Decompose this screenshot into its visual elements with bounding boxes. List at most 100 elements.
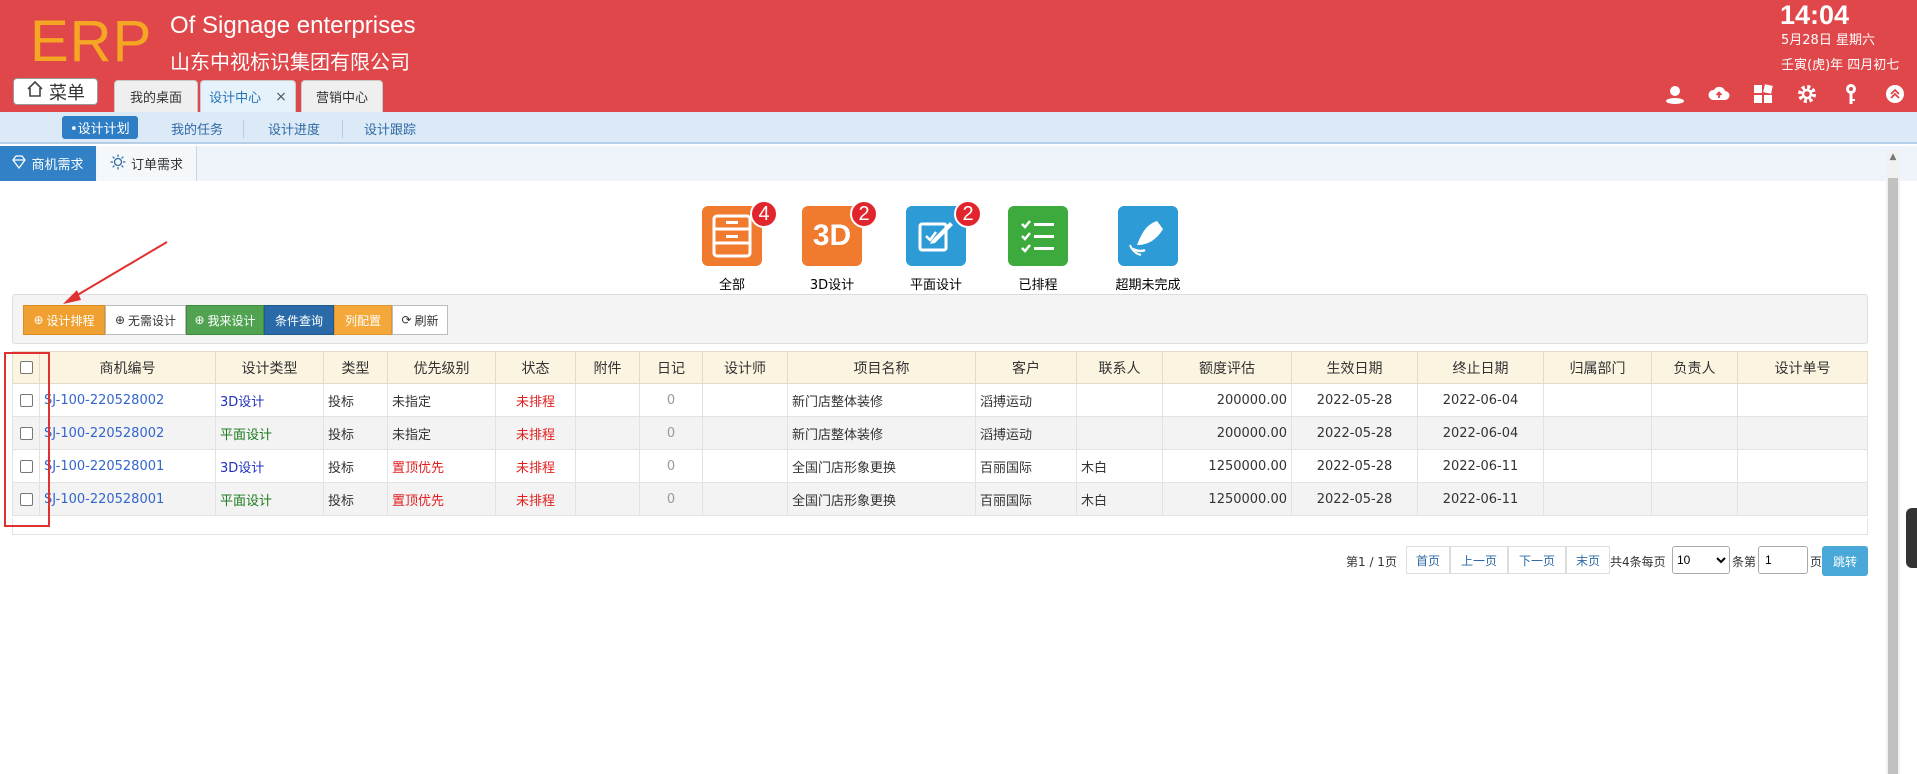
- checklist-icon: [1008, 206, 1068, 266]
- gear-icon[interactable]: [1795, 82, 1819, 106]
- condition-query-button[interactable]: 条件查询: [264, 305, 334, 335]
- dept-cell: [1543, 383, 1652, 417]
- total-count-text: 共4条每页: [1610, 555, 1666, 569]
- opportunity-code-link[interactable]: SJ-100-220528001: [39, 449, 216, 483]
- tab-design-center[interactable]: 设计中心 ×: [200, 80, 296, 112]
- button-label: 设计排程: [46, 313, 95, 328]
- count-badge: 2: [850, 200, 878, 228]
- key-icon[interactable]: [1839, 82, 1863, 106]
- vertical-scrollbar[interactable]: ▲: [1886, 150, 1900, 774]
- contact-cell: [1076, 416, 1163, 450]
- bell-icon: [1118, 206, 1178, 266]
- filter-scheduled[interactable]: 已排程: [988, 206, 1088, 293]
- tab-marketing-center[interactable]: 营销中心: [301, 80, 383, 112]
- tab-order-demand[interactable]: 订单需求: [97, 146, 197, 181]
- plus-circle-icon: ⊕: [194, 313, 205, 327]
- col-header[interactable]: 终止日期: [1417, 351, 1544, 384]
- refresh-button[interactable]: ⟳ 刷新: [392, 305, 448, 335]
- first-page-button[interactable]: 首页: [1406, 546, 1450, 574]
- pagination: 第1 / 1页 首页 上一页 下一页 末页 共4条每页 10 条第 页 跳转: [1346, 546, 1870, 576]
- tab-my-desktop[interactable]: 我的桌面: [114, 80, 198, 112]
- company-name-cn: 山东中视标识集团有限公司: [170, 50, 410, 74]
- table-row[interactable]: SJ-100-220528001 3D设计 投标 置顶优先 未排程 0 全国门店…: [12, 449, 1868, 483]
- opportunity-code-link[interactable]: SJ-100-220528002: [39, 416, 216, 450]
- side-panel-handle[interactable]: [1906, 508, 1917, 568]
- col-header[interactable]: 联系人: [1076, 351, 1163, 384]
- filter-3d-design[interactable]: 3D 2 3D设计: [782, 200, 882, 293]
- col-header[interactable]: 附件: [575, 351, 640, 384]
- customer-cell: 滔搏运动: [975, 416, 1077, 450]
- design-schedule-button[interactable]: ⊕ 设计排程: [23, 305, 105, 335]
- priority-cell: 未指定: [387, 416, 496, 450]
- col-header[interactable]: 负责人: [1651, 351, 1738, 384]
- col-header[interactable]: 状态: [495, 351, 576, 384]
- opportunity-code-link[interactable]: SJ-100-220528002: [39, 383, 216, 417]
- last-page-button[interactable]: 末页: [1566, 546, 1610, 574]
- col-header[interactable]: 设计类型: [215, 351, 324, 384]
- tab-opportunity-demand[interactable]: 商机需求: [0, 146, 96, 181]
- subnav-my-tasks[interactable]: 我的任务: [167, 119, 227, 138]
- attachment-cell: [575, 449, 640, 483]
- amount-cell: 200000.00: [1162, 416, 1292, 450]
- next-page-button[interactable]: 下一页: [1508, 546, 1566, 574]
- sun-icon: [110, 154, 126, 174]
- col-header[interactable]: 日记: [639, 351, 703, 384]
- subnav-design-plan[interactable]: •设计计划: [62, 116, 138, 139]
- button-label: 我来设计: [207, 313, 256, 328]
- col-header[interactable]: 商机编号: [39, 351, 216, 384]
- menu-button[interactable]: 菜单: [13, 78, 98, 105]
- project-name-cell: 新门店整体装修: [787, 383, 976, 417]
- opportunity-code-link[interactable]: SJ-100-220528001: [39, 482, 216, 516]
- per-page-text: 条第: [1732, 555, 1757, 569]
- table-row[interactable]: SJ-100-220528001 平面设计 投标 置顶优先 未排程 0 全国门店…: [12, 482, 1868, 516]
- filter-flat-design[interactable]: 2 平面设计: [886, 200, 986, 293]
- scroll-thumb[interactable]: [1888, 178, 1898, 774]
- col-header[interactable]: 设计单号: [1737, 351, 1868, 384]
- prev-page-button[interactable]: 上一页: [1450, 546, 1508, 574]
- type-cell: 投标: [323, 416, 388, 450]
- button-label: 无需设计: [128, 313, 177, 328]
- subnav-design-progress[interactable]: 设计进度: [264, 119, 324, 138]
- collapse-icon[interactable]: [1883, 82, 1907, 106]
- divider: [243, 120, 244, 138]
- subnav-design-tracking[interactable]: 设计跟踪: [360, 119, 420, 138]
- status-cell: 未排程: [495, 482, 576, 516]
- page-number-input[interactable]: [1758, 546, 1808, 574]
- grid-icon[interactable]: [1751, 82, 1775, 106]
- my-design-button[interactable]: ⊕ 我来设计: [186, 305, 264, 335]
- user-icon[interactable]: [1663, 82, 1687, 106]
- top-header: ERP Of Signage enterprises 山东中视标识集团有限公司 …: [0, 0, 1917, 112]
- column-config-button[interactable]: 列配置: [334, 305, 392, 335]
- table-row[interactable]: SJ-100-220528002 3D设计 投标 未指定 未排程 0 新门店整体…: [12, 383, 1868, 417]
- cloud-upload-icon[interactable]: [1707, 82, 1731, 106]
- col-header[interactable]: 客户: [975, 351, 1077, 384]
- button-label: 列配置: [344, 313, 381, 328]
- table-row[interactable]: SJ-100-220528002 平面设计 投标 未指定 未排程 0 新门店整体…: [12, 416, 1868, 450]
- filter-all[interactable]: 4 全部: [682, 200, 782, 293]
- col-header[interactable]: 项目名称: [787, 351, 976, 384]
- start-date-cell: 2022-05-28: [1291, 482, 1418, 516]
- page-unit-text: 页: [1810, 555, 1823, 569]
- col-header[interactable]: 设计师: [702, 351, 788, 384]
- action-toolbar: ⊕ 设计排程 ⊕ 无需设计 ⊕ 我来设计 条件查询 列配置 ⟳ 刷新: [12, 294, 1868, 344]
- dept-cell: [1543, 482, 1652, 516]
- page-size-select[interactable]: 10: [1672, 546, 1730, 574]
- filter-overdue[interactable]: 超期未完成: [1098, 206, 1198, 293]
- logo: ERP: [30, 9, 153, 74]
- start-date-cell: 2022-05-28: [1291, 449, 1418, 483]
- col-header[interactable]: 优先级别: [387, 351, 496, 384]
- status-cell: 未排程: [495, 449, 576, 483]
- owner-cell: [1651, 383, 1738, 417]
- col-header[interactable]: 归属部门: [1543, 351, 1652, 384]
- jump-button[interactable]: 跳转: [1822, 546, 1868, 576]
- opportunity-table: 商机编号 设计类型 类型 优先级别 状态 附件 日记 设计师 项目名称 客户 联…: [12, 351, 1868, 516]
- col-header[interactable]: 类型: [323, 351, 388, 384]
- design-type-cell: 平面设计: [215, 416, 324, 450]
- col-header[interactable]: 额度评估: [1162, 351, 1292, 384]
- owner-cell: [1651, 449, 1738, 483]
- close-icon[interactable]: ×: [275, 89, 287, 105]
- no-design-button[interactable]: ⊕ 无需设计: [105, 305, 186, 335]
- header-icon-bar: [1663, 82, 1907, 106]
- col-header[interactable]: 生效日期: [1291, 351, 1418, 384]
- scroll-up-icon[interactable]: ▲: [1886, 150, 1900, 164]
